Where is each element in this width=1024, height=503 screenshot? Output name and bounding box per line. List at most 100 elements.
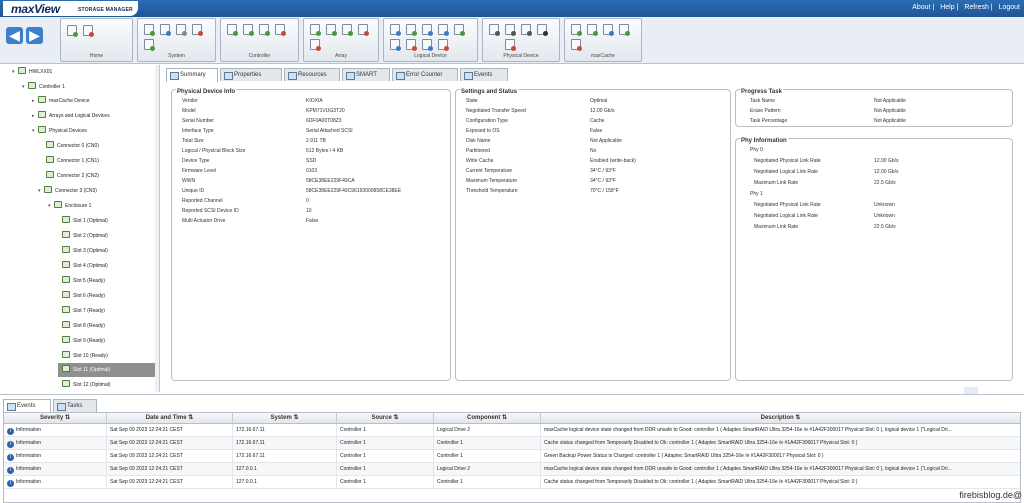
col-component[interactable]: Component ⇅ (434, 413, 541, 424)
tree-node-slot[interactable]: Slot 12 (Optimal) (62, 380, 111, 391)
toolbar-group-controller: Controller (220, 18, 299, 62)
about-link[interactable]: About (912, 4, 930, 11)
physical-device-settings-icon[interactable] (521, 24, 532, 36)
physical-device-firmware-icon[interactable] (537, 24, 548, 36)
field-value: 58CE38EE229F49CA (306, 178, 355, 184)
physical-device-erase-icon[interactable] (505, 24, 516, 36)
tree-node-connector[interactable]: ▾ Connector 3 (CN3) (38, 186, 97, 197)
controller-icon[interactable] (227, 24, 238, 36)
field-label: Unique ID (182, 188, 205, 194)
logical-device-expand-icon[interactable] (406, 24, 417, 36)
tree-node-slot[interactable]: Slot 9 (Ready) (62, 336, 105, 347)
table-row[interactable]: i Information Sat Sep 09 2023 12:24:21 CE… (4, 463, 1020, 476)
phy-information-panel: Phy Information Phy 0 Negotiated Physica… (735, 138, 1013, 381)
controller-properties-icon[interactable] (259, 24, 270, 36)
system-update-icon[interactable] (144, 39, 155, 51)
progress-task-panel: Progress Task Task Name Not Applicable Er… (735, 89, 1013, 127)
array-lock-icon[interactable] (310, 24, 321, 36)
app-logo: maxView STORAGE MANAGER (3, 1, 138, 16)
back-arrow-icon[interactable]: ◀ (6, 27, 23, 44)
logical-device-settings-icon[interactable] (438, 24, 449, 36)
tab-smart[interactable]: SMART (342, 68, 390, 81)
logout-link[interactable]: Logout (999, 4, 1020, 11)
logical-device-info-icon[interactable] (422, 39, 433, 51)
field-value: Unknown (874, 213, 895, 219)
sort-icon: ⇅ (795, 415, 801, 421)
col-system[interactable]: System ⇅ (233, 413, 337, 424)
toolbar-group-label: System (168, 53, 185, 59)
field-label: Reported SCSI Device ID (182, 208, 239, 214)
array-add-icon[interactable] (326, 24, 337, 36)
tree-node-slot[interactable]: Slot 1 (Optimal) (62, 216, 108, 227)
table-row[interactable]: i Information Sat Sep 09 2023 12:24:21 CE… (4, 437, 1020, 450)
tab-error-counter[interactable]: Error Counter (392, 68, 458, 81)
tree-scrollbar[interactable] (155, 65, 159, 392)
tab-events[interactable]: Events (460, 68, 508, 81)
tree-node-connector[interactable]: Connector 1 (CN1) (40, 156, 99, 167)
tree-node-slot[interactable]: Slot 8 (Ready) (62, 321, 105, 332)
cell-description: maxCache logical device state changed fr… (544, 466, 952, 472)
tree-node-controller[interactable]: ▾ Controller 1 (22, 82, 65, 93)
maxcache-delete-icon[interactable] (571, 39, 582, 51)
maxcache-add-icon[interactable] (571, 24, 582, 36)
ribbon-toolbar: ◀ ▶ Home System Controller Array Logical… (0, 17, 1024, 64)
logical-device-remove-icon[interactable] (438, 39, 449, 51)
controller-clear-icon[interactable] (275, 24, 286, 36)
logical-device-cache-icon[interactable] (454, 24, 465, 36)
logical-device-verify-icon[interactable] (390, 39, 401, 51)
table-row[interactable]: i Information Sat Sep 09 2023 12:24:21 CE… (4, 424, 1020, 437)
tab-resources[interactable]: Resources (284, 68, 340, 81)
tab-summary[interactable]: Summary (166, 68, 218, 82)
disk-icon (62, 261, 70, 268)
remove-system-icon[interactable] (83, 25, 94, 37)
field-label: Reported Channel (182, 198, 223, 204)
col-source[interactable]: Source ⇅ (337, 413, 434, 424)
col-date-time[interactable]: Date and Time ⇅ (107, 413, 233, 424)
tree-node-physical-devices[interactable]: ▾ Physical Devices (32, 126, 87, 137)
tree-node-slot[interactable]: Slot 4 (Optimal) (62, 261, 108, 272)
tree-node-slot[interactable]: Slot 3 (Optimal) (62, 246, 108, 257)
field-value: Optimal (590, 98, 608, 104)
add-system-icon[interactable] (67, 25, 78, 37)
disk-icon (62, 351, 70, 358)
col-severity[interactable]: Severity ⇅ (4, 413, 107, 424)
physical-device-locate-icon[interactable] (489, 24, 500, 36)
tree-node-arrays[interactable]: ▸ Arrays and Logical Devices (32, 111, 110, 122)
tree-node-slot[interactable]: Slot 10 (Ready) (62, 351, 108, 362)
tree-node-connector[interactable]: Connector 0 (CN0) (40, 141, 99, 152)
logical-device-print-icon[interactable] (422, 24, 433, 36)
maxcache-search-icon[interactable] (603, 24, 614, 36)
tree-node-slot[interactable]: Slot 5 (Ready) (62, 276, 105, 287)
table-row[interactable]: i Information Sat Sep 09 2023 12:24:21 CE… (4, 476, 1020, 489)
controller-settings-icon[interactable] (243, 24, 254, 36)
array-remove-icon[interactable] (310, 39, 321, 51)
logical-device-add-icon[interactable] (390, 24, 401, 36)
array-modify-icon[interactable] (342, 24, 353, 36)
refresh-link[interactable]: Refresh (964, 4, 989, 11)
system-remove-icon[interactable] (192, 24, 203, 36)
tree-node-connector[interactable]: Connector 2 (CN2) (40, 171, 99, 182)
tree-node-slot[interactable]: Slot 2 (Optimal) (62, 231, 108, 242)
tree-node-slot[interactable]: Slot 6 (Ready) (62, 291, 105, 302)
cell-system: 127.0.0.1 (233, 476, 337, 489)
physical-device-remove-icon[interactable] (505, 39, 516, 51)
system-log-icon[interactable] (160, 24, 171, 36)
col-description[interactable]: Description ⇅ (541, 413, 1020, 424)
maxcache-settings-icon[interactable] (587, 24, 598, 36)
tree-node-slot[interactable]: Slot 7 (Ready) (62, 306, 105, 317)
forward-arrow-icon[interactable]: ▶ (26, 27, 43, 44)
system-settings-icon[interactable] (144, 24, 155, 36)
logical-device-delete-icon[interactable] (406, 39, 417, 51)
maxcache-info-icon[interactable] (619, 24, 630, 36)
table-row[interactable]: i Information Sat Sep 09 2023 12:24:21 CE… (4, 450, 1020, 463)
tree-node-enclosure[interactable]: ▾ Enclosure 1 (48, 201, 91, 212)
help-link[interactable]: Help (940, 4, 954, 11)
gear-icon[interactable] (176, 24, 187, 36)
tab-bottom-events[interactable]: Events (3, 399, 51, 412)
array-delete-icon[interactable] (358, 24, 369, 36)
tree-node-slot-selected[interactable]: Slot 11 (Optimal) (58, 363, 156, 377)
tree-node-maxcache[interactable]: ▸ maxCache Device (32, 96, 90, 107)
tree-node-system[interactable]: ▾ HWLXX01 (12, 67, 52, 78)
tab-properties[interactable]: Properties (220, 68, 282, 81)
tab-bottom-tasks[interactable]: Tasks (53, 399, 97, 412)
